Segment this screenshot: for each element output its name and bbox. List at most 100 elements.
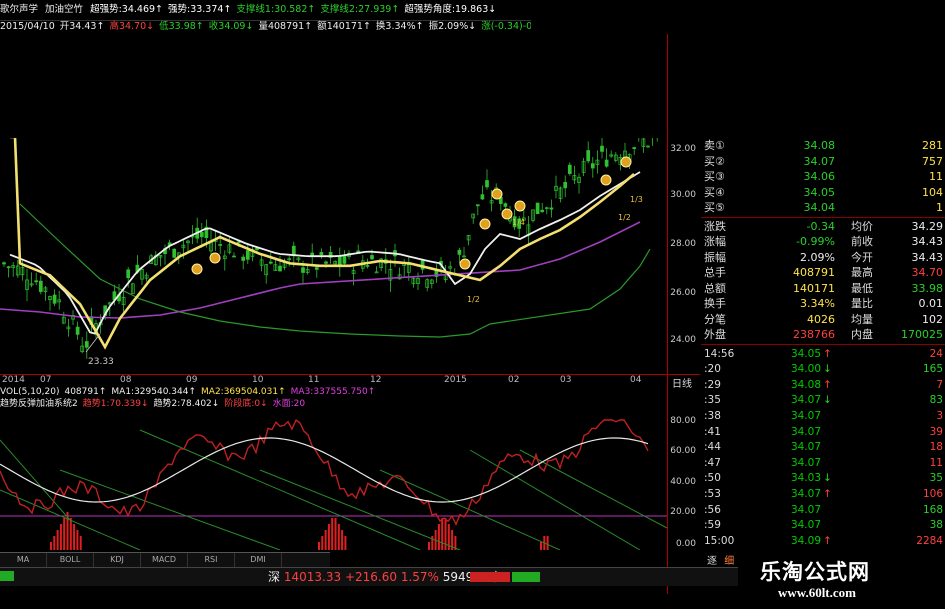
quote-label: 分笔 [704,312,726,326]
order-label: 买③ [704,170,725,183]
tick-time: :35 [704,394,721,407]
axis-label: 20.00 [670,507,696,517]
tick-time: :38 [704,409,721,422]
indicator-chart[interactable] [0,410,667,550]
date-label: 04 [630,375,642,385]
annotation-label: 1/4 [512,218,525,227]
order-label: 买⑤ [704,201,725,214]
vol-item-4: MA3:337555.750↑ [290,387,376,397]
header-value-3: 支撑线2:27.939↑ [320,4,400,15]
header-value-1: 强势:33.374↑ [168,4,232,15]
axis-label: 24.00 [670,335,696,345]
ohlc-item-5: 量408791↑ [258,21,313,32]
divider [701,216,945,218]
quote-value: 4026 [807,312,835,326]
date-label: 08 [120,375,132,385]
tick-arrow: ↑ [823,347,832,360]
ohlc-item-6: 额140171↑ [317,21,371,32]
price-axis: 32.00 30.00 28.00 26.00 24.00 80.00 60.00 40.00… [667,34,702,594]
status-indicator-left [0,571,14,581]
tick-price: 34.00 [790,363,821,376]
tick-price: 34.07 [790,519,821,532]
ind-item-0: 趋势反弹加油系统2 [0,399,78,409]
quote-value2: 34.29 [911,219,944,233]
tab-dmi[interactable]: DMI [235,553,282,567]
tick-row: :44 34.07 18 [701,440,945,456]
tick-time: :20 [704,363,721,376]
order-book-row[interactable]: 买② 34.07 757 [701,154,945,169]
period-label[interactable]: 日线 [672,375,692,390]
tick-volume: 165 [922,363,943,376]
tick-volume: 38 [929,519,943,532]
tick-price: 34.07 [790,409,821,422]
date-label: 11 [308,375,320,385]
vol-item-2: MA1:329540.344↑ [111,387,197,397]
tick-arrow: ↓ [823,363,832,376]
ind-item-4: 水面:20 [272,399,306,409]
tick-arrow: ↓ [823,394,832,407]
tab-ma[interactable]: MA [0,553,47,567]
tick-time: 15:00 [704,534,735,547]
tick-volume: 168 [922,503,943,516]
order-label: 卖① [704,139,725,152]
header-value-0: 超强势:34.469↑ [90,4,163,15]
quote-value: 2.09% [800,250,835,264]
order-volume: 281 [922,139,943,152]
indicator-tabs: MA BOLL KDJ MACD RSI DMI [0,552,330,567]
tab-kdj[interactable]: KDJ [94,553,141,567]
quote-value2: 170025 [901,328,943,341]
tick-price: 34.07 [790,441,821,454]
order-book-row[interactable]: 卖① 34.08 281 [701,138,945,153]
quote-label2: 最低 [851,281,873,295]
axis-label: 28.00 [670,239,696,249]
tick-time: :50 [704,472,721,485]
index-quote[interactable]: 深 14013.33 +216.60 1.57% 5949.50亿 [268,569,504,585]
tick-row: :38 34.07 3 [701,409,945,425]
stock-name[interactable]: 歌尔声学 [0,4,38,15]
tick-row: :59 34.07 38 [701,518,945,534]
date-label: 03 [560,375,572,385]
quote-value: 408791 [793,266,835,279]
tick-volume: 2284 [916,534,943,547]
low-label: 23.33 [88,357,114,367]
bottom-tabs: 逐 细 [701,552,741,567]
tick-arrow: ↓ [823,472,832,485]
axis-label: 0.00 [675,539,696,549]
tick-row: :53 34.07 ↑ 106 [701,487,945,503]
ohlc-item-1: 开34.43↑ [59,21,105,32]
volume-header: VOL(5,10,20) 408791↑ MA1:329540.344↑ MA2:36… [0,386,667,398]
stage-bottom-bars [50,512,549,550]
tab-boll[interactable]: BOLL [47,553,94,567]
tab-macd[interactable]: MACD [141,553,188,567]
order-label: 买④ [704,185,725,199]
tick-price: 34.09 [790,534,821,547]
order-price: 34.05 [803,185,836,199]
tab-rsi[interactable]: RSI [188,553,235,567]
quote-value2: 34.70 [911,266,944,279]
quote-row: 换手 3.34% 量比 0.01 [701,296,945,311]
ind-item-2: 趋势2:78.402↓ [153,399,220,409]
indicator-header: 趋势反弹加油系统2 趋势1:70.339↓ 趋势2:78.402↓ 阶段底:0↓ 水面:… [0,398,667,410]
order-label: 买② [704,154,725,168]
quote-row: 涨幅 -0.99% 前收 34.43 [701,234,945,249]
order-book-row[interactable]: 买⑤ 34.04 1 [701,200,945,215]
trend-lines [0,429,667,550]
order-book-row[interactable]: 买③ 34.06 11 [701,169,945,184]
tick-time: :59 [704,519,721,532]
order-price: 34.08 [803,139,836,152]
quote-label2: 均价 [851,219,873,233]
tick-time: :41 [704,425,721,438]
quote-label: 总手 [704,266,726,279]
chart-header: 歌尔声学 加油空竹 超强势:34.469↑ 强势:33.374↑ 支撑线1:30.5… [0,0,531,21]
order-book-row[interactable]: 买④ 34.05 104 [701,185,945,200]
date-label: 12 [370,375,382,385]
tab-detail[interactable]: 细 [724,556,734,567]
indicator-name[interactable]: 加油空竹 [45,4,83,15]
quote-label2: 内盘 [851,328,873,341]
quote-value: 140171 [793,281,835,295]
tab-trade-detail[interactable]: 逐 [707,556,717,567]
blank-area-left [0,34,455,138]
watermark-url: www.60lt.com [778,585,856,600]
tick-volume: 18 [929,441,943,454]
tick-arrow: ↑ [823,378,832,391]
